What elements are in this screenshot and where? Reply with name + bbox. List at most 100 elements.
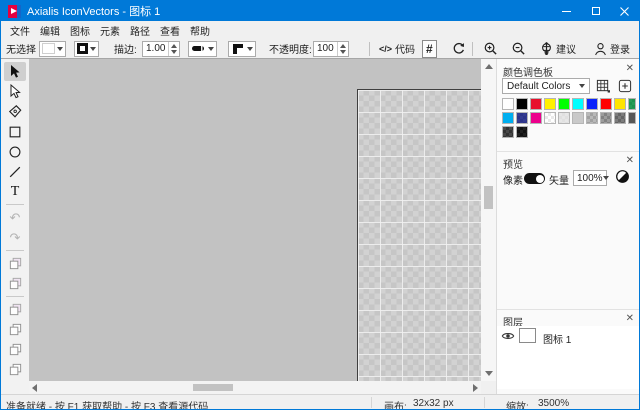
- color-swatch[interactable]: [628, 112, 636, 124]
- color-swatch[interactable]: [600, 112, 612, 124]
- ellipse-tool[interactable]: [4, 142, 26, 161]
- menu-edit[interactable]: 编辑: [35, 21, 65, 40]
- redo-button[interactable]: ↷: [4, 228, 26, 247]
- login-button[interactable]: 登录: [591, 40, 633, 57]
- layer-visibility-button[interactable]: [501, 330, 515, 342]
- chevron-down-icon: [603, 176, 609, 180]
- panel-divider: [497, 309, 640, 310]
- zoom-out-button[interactable]: [508, 40, 529, 57]
- layer-thumbnail[interactable]: [519, 328, 536, 343]
- line-tool[interactable]: [4, 162, 26, 181]
- scroll-down-arrow[interactable]: [485, 371, 493, 376]
- send-backward-button[interactable]: [4, 340, 26, 359]
- suggest-label: 建议: [556, 41, 576, 56]
- color-swatch[interactable]: [586, 98, 598, 110]
- scroll-up-arrow[interactable]: [485, 64, 493, 69]
- color-swatch[interactable]: [502, 126, 514, 138]
- close-button[interactable]: [610, 1, 639, 21]
- paste-button[interactable]: [4, 274, 26, 293]
- canvas-area[interactable]: [29, 59, 481, 381]
- layers-close-button[interactable]: ✕: [626, 314, 634, 324]
- layers-list: 图标 1: [497, 326, 640, 389]
- suggest-button[interactable]: 建议: [537, 40, 579, 57]
- grid-toggle-button[interactable]: #: [422, 40, 437, 58]
- fill-color-dropdown[interactable]: [39, 41, 66, 57]
- palette-close-button[interactable]: ✕: [626, 64, 634, 74]
- color-swatch[interactable]: [516, 112, 528, 124]
- color-swatch[interactable]: [600, 98, 612, 110]
- color-swatch[interactable]: [530, 112, 542, 124]
- grid-icon: #: [426, 42, 433, 56]
- color-swatch[interactable]: [558, 112, 570, 124]
- opacity-spinner[interactable]: 100: [313, 41, 349, 57]
- horizontal-scroll-thumb[interactable]: [193, 384, 233, 391]
- pen-tool[interactable]: [4, 102, 26, 121]
- lightbulb-icon: [540, 42, 553, 56]
- palette-add-button[interactable]: [618, 79, 632, 93]
- color-swatch[interactable]: [516, 126, 528, 138]
- undo-button[interactable]: ↶: [4, 208, 26, 227]
- maximize-button[interactable]: [581, 1, 610, 21]
- preview-zoom-value: 100%: [577, 173, 603, 184]
- color-swatch[interactable]: [530, 98, 542, 110]
- stroke-cap-dropdown[interactable]: [188, 41, 217, 57]
- preview-background-button[interactable]: [615, 169, 630, 184]
- rotate-view-button[interactable]: [448, 40, 469, 57]
- color-swatch[interactable]: [572, 98, 584, 110]
- palette-grid-icon: [596, 79, 610, 93]
- zoom-in-button[interactable]: [480, 40, 501, 57]
- zoom-in-icon: [483, 41, 498, 56]
- color-swatch[interactable]: [544, 98, 556, 110]
- color-swatch[interactable]: [572, 112, 584, 124]
- copy-button[interactable]: [4, 254, 26, 273]
- menu-element[interactable]: 元素: [95, 21, 125, 40]
- send-to-back-button[interactable]: [4, 360, 26, 379]
- app-window: Axialis IconVectors - 图标 1 文件 编辑 图标 元素 路…: [0, 0, 640, 410]
- color-swatch[interactable]: [544, 112, 556, 124]
- color-swatch[interactable]: [558, 98, 570, 110]
- code-icon: </>: [379, 44, 392, 54]
- stroke-join-dropdown[interactable]: [228, 41, 256, 57]
- color-swatch[interactable]: [586, 112, 598, 124]
- rectangle-tool[interactable]: [4, 122, 26, 141]
- artboard-checkerboard[interactable]: [357, 89, 481, 381]
- bring-to-front-button[interactable]: [4, 300, 26, 319]
- palette-grid-button[interactable]: [596, 79, 610, 93]
- canvas-horizontal-scrollbar[interactable]: [29, 381, 481, 394]
- menu-path[interactable]: 路径: [125, 21, 155, 40]
- stroke-width-spinner[interactable]: 1.00: [142, 41, 180, 57]
- color-swatch[interactable]: [628, 98, 636, 110]
- menu-help[interactable]: 帮助: [185, 21, 215, 40]
- preview-panel-title: 预览: [503, 156, 523, 171]
- direct-select-tool[interactable]: [4, 82, 26, 101]
- text-icon: T: [11, 185, 20, 199]
- color-swatch[interactable]: [614, 98, 626, 110]
- color-swatch[interactable]: [614, 112, 626, 124]
- minimize-button[interactable]: [552, 1, 581, 21]
- spinner-arrows[interactable]: [168, 42, 179, 56]
- menu-icon[interactable]: 图标: [65, 21, 95, 40]
- scroll-left-arrow[interactable]: [32, 384, 37, 392]
- title-bar: Axialis IconVectors - 图标 1: [1, 1, 639, 21]
- layer-row[interactable]: 图标 1: [497, 326, 640, 348]
- pixel-vector-toggle[interactable]: [524, 173, 545, 184]
- zoom-level-value: 3500%: [538, 398, 569, 409]
- spinner-arrows[interactable]: [337, 42, 348, 56]
- menu-file[interactable]: 文件: [5, 21, 35, 40]
- stroke-color-dropdown[interactable]: [74, 41, 99, 57]
- preview-zoom-select[interactable]: 100%: [573, 170, 607, 186]
- palette-select[interactable]: Default Colors: [502, 78, 590, 94]
- select-tool[interactable]: [4, 62, 26, 81]
- color-swatch[interactable]: [502, 112, 514, 124]
- bring-forward-button[interactable]: [4, 320, 26, 339]
- code-button[interactable]: </> 代码: [376, 40, 418, 57]
- preview-close-button[interactable]: ✕: [626, 156, 634, 166]
- scroll-right-arrow[interactable]: [473, 384, 478, 392]
- text-tool[interactable]: T: [4, 182, 26, 201]
- menu-view[interactable]: 查看: [155, 21, 185, 40]
- code-label: 代码: [395, 41, 415, 56]
- canvas-vertical-scrollbar[interactable]: [481, 59, 496, 381]
- vertical-scroll-thumb[interactable]: [484, 186, 493, 209]
- color-swatch[interactable]: [502, 98, 514, 110]
- color-swatch[interactable]: [516, 98, 528, 110]
